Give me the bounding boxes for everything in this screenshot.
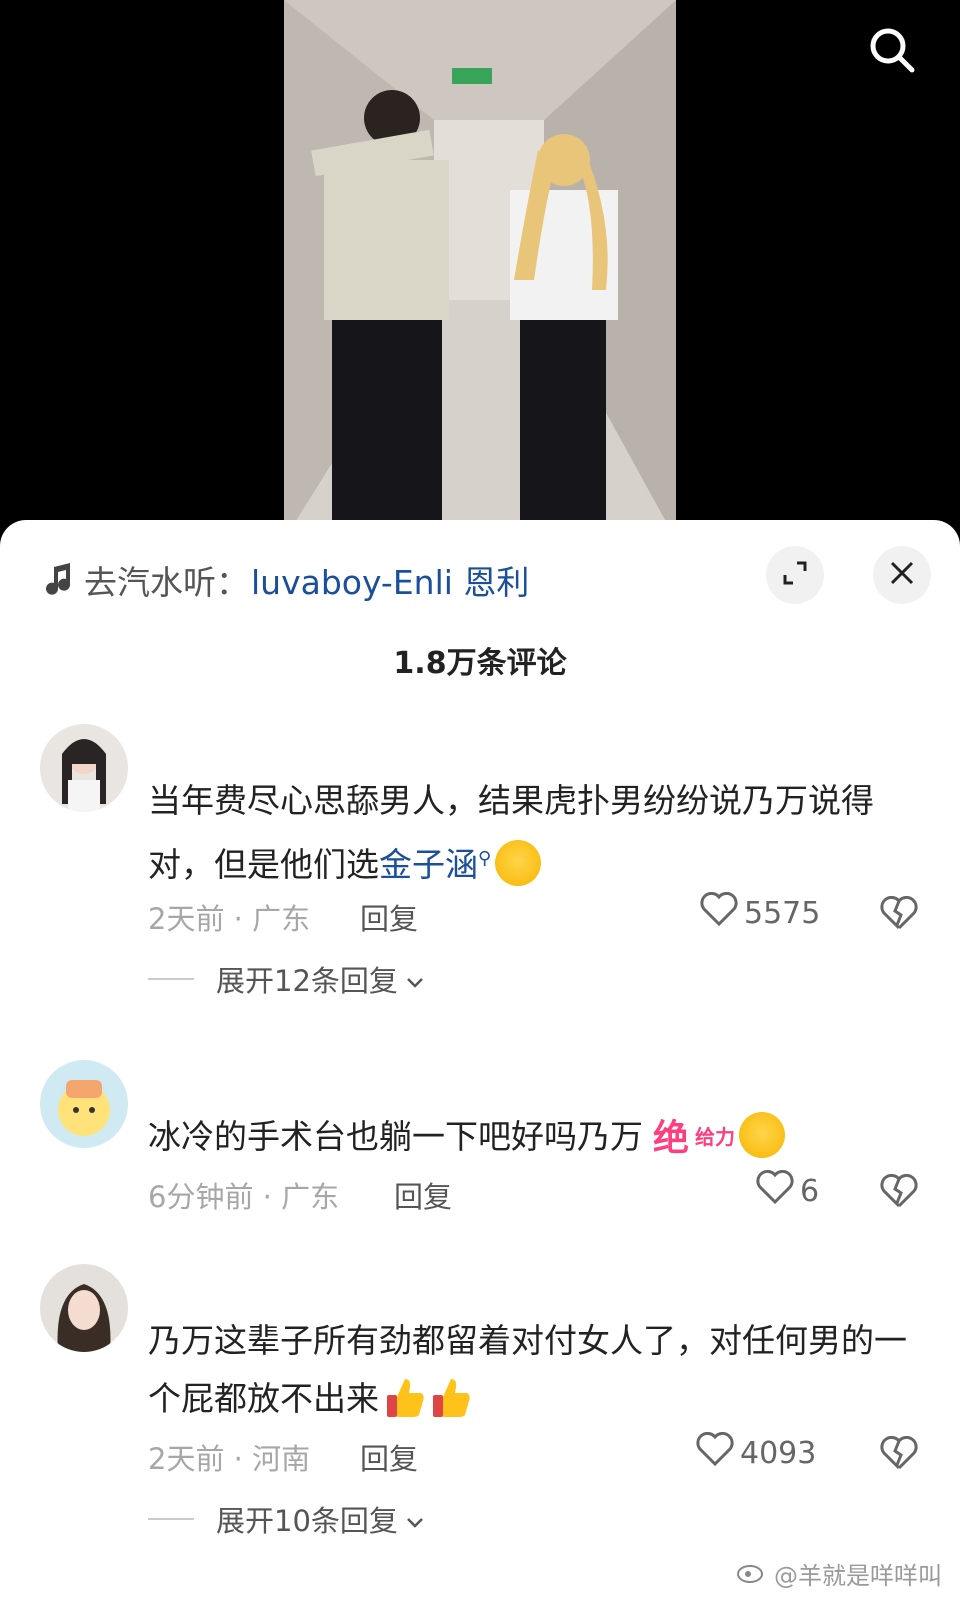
smile-emoji-icon	[495, 839, 542, 886]
like-count: 4093	[740, 1435, 817, 1471]
music-prefix: 去汽水听：	[84, 563, 249, 602]
comments-count: 1.8万条评论	[393, 646, 567, 681]
search-button[interactable]	[862, 22, 922, 82]
expand-replies-label: 展开12条回复	[216, 964, 398, 998]
expand-icon	[781, 559, 809, 591]
like-button[interactable]: 6	[756, 1169, 820, 1212]
weibo-icon	[736, 1558, 768, 1590]
reply-button[interactable]: 回复	[360, 896, 418, 938]
comment-time: 2天前	[148, 902, 225, 936]
comment-body: 冰冷的手术台也躺一下吧好吗乃万	[148, 1117, 643, 1156]
comment-text: 冰冷的手术台也躺一下吧好吗乃万绝给力	[148, 1108, 918, 1168]
comment-text: 当年费尽心思舔男人，结果虎扑男纷纷说乃万说得对，但是他们选金子涵⚲	[148, 772, 918, 894]
music-note-icon	[44, 563, 74, 597]
like-count: 5575	[744, 895, 821, 931]
thumbs-up-icon	[385, 1375, 425, 1419]
heart-outline-icon	[756, 1169, 800, 1212]
broken-heart-icon	[880, 895, 918, 934]
comment-body: 乃万这辈子所有劲都留着对付女人了，对任何男的一个屁都放不出来	[148, 1321, 907, 1418]
watermark: @羊就是咩咩叫	[736, 1556, 942, 1591]
close-button[interactable]	[873, 546, 931, 604]
avatar[interactable]	[40, 1060, 128, 1148]
reply-button[interactable]: 回复	[394, 1174, 452, 1216]
video-player[interactable]	[0, 0, 960, 560]
video-frame[interactable]	[284, 0, 676, 540]
comments-sheet: 去汽水听： luvaboy-Enli 恩利 1.8万条评论 当年费尽心思舔男人，…	[0, 520, 960, 1601]
chevron-down-icon	[406, 1502, 424, 1536]
comment-location: 广东	[281, 1180, 340, 1214]
sticker-geili: 给力	[695, 1125, 736, 1149]
comment-location: 广东	[252, 902, 311, 936]
comment-meta: 2天前 · 广东	[148, 902, 311, 936]
dislike-button[interactable]	[880, 895, 918, 934]
expand-replies-button[interactable]: 展开12条回复	[148, 958, 424, 1000]
music-link[interactable]: 去汽水听： luvaboy-Enli 恩利	[44, 556, 529, 604]
avatar[interactable]	[40, 724, 128, 812]
comment-time: 2天前	[148, 1442, 225, 1476]
divider	[148, 1518, 194, 1520]
comment-link[interactable]: 金子涵	[379, 845, 478, 884]
sticker-jue: 绝	[653, 1117, 690, 1159]
search-icon	[866, 24, 918, 80]
heart-outline-icon	[700, 891, 744, 934]
shy-emoji-icon	[739, 1111, 786, 1158]
heart-outline-icon	[696, 1431, 740, 1474]
thumbs-up-icon	[431, 1375, 471, 1419]
dislike-button[interactable]	[880, 1173, 918, 1212]
comment-text: 乃万这辈子所有劲都留着对付女人了，对任何男的一个屁都放不出来	[148, 1312, 918, 1428]
comment-meta: 2天前 · 河南	[148, 1442, 311, 1476]
close-icon	[889, 560, 915, 590]
music-song[interactable]: luvaboy-Enli 恩利	[251, 556, 529, 604]
reply-button[interactable]: 回复	[360, 1436, 418, 1478]
chevron-down-icon	[406, 962, 424, 996]
expand-replies-label: 展开10条回复	[216, 1504, 398, 1538]
divider	[148, 978, 194, 980]
comment-time: 6分钟前	[148, 1180, 254, 1214]
broken-heart-icon	[880, 1435, 918, 1474]
like-button[interactable]: 5575	[700, 891, 821, 934]
expand-button[interactable]	[766, 546, 824, 604]
watermark-text: @羊就是咩咩叫	[774, 1562, 942, 1590]
like-button[interactable]: 4093	[696, 1431, 817, 1474]
avatar[interactable]	[40, 1264, 128, 1352]
dislike-button[interactable]	[880, 1435, 918, 1474]
search-mini-icon: ⚲	[478, 848, 492, 869]
comment-meta: 6分钟前 · 广东	[148, 1180, 340, 1214]
like-count: 6	[800, 1173, 820, 1209]
broken-heart-icon	[880, 1173, 918, 1212]
expand-replies-button[interactable]: 展开10条回复	[148, 1498, 424, 1540]
comment-location: 河南	[252, 1442, 311, 1476]
video-scene	[284, 0, 676, 540]
